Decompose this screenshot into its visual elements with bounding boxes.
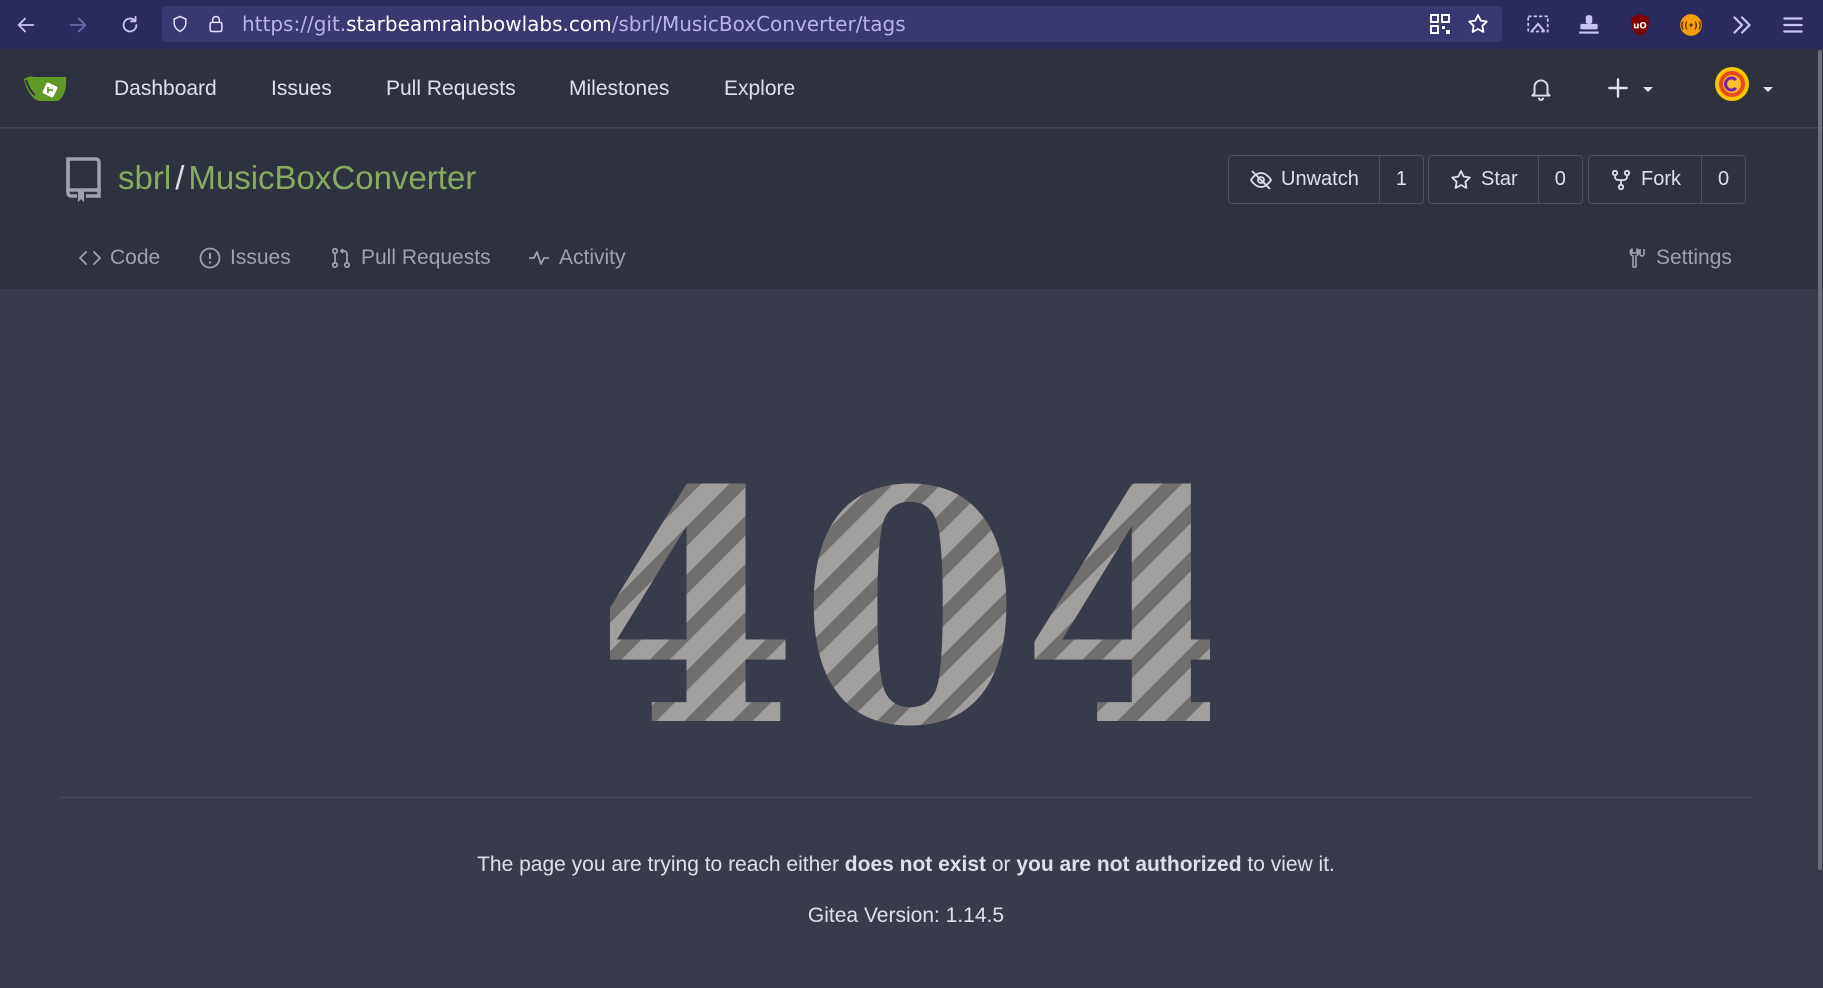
- code-icon: [79, 251, 101, 265]
- tools-icon: [1629, 248, 1645, 268]
- tab-activity-label: Activity: [559, 246, 626, 269]
- eye-slash-icon: [1249, 169, 1273, 190]
- overflow-menu-button[interactable]: [1716, 0, 1767, 49]
- error-message-text: or: [986, 853, 1017, 876]
- bookmark-star-icon[interactable]: [1466, 12, 1490, 36]
- watch-count[interactable]: 1: [1380, 156, 1423, 203]
- privacy-extension-button[interactable]: [1563, 0, 1614, 49]
- caret-down-icon[interactable]: [1640, 81, 1656, 97]
- fork-icon: [1611, 169, 1631, 190]
- repo-icon: [66, 157, 101, 202]
- ublock-origin-icon: uO: [1630, 13, 1649, 36]
- fork-label: Fork: [1641, 168, 1681, 190]
- extensions-area: uO ((•)): [1512, 0, 1818, 49]
- unwatch-button[interactable]: Unwatch: [1229, 156, 1380, 203]
- caret-down-icon[interactable]: [1760, 81, 1776, 97]
- fork-button-group: Fork 0: [1588, 155, 1747, 204]
- star-button[interactable]: Star: [1429, 156, 1539, 203]
- gitea-navbar: Dashboard Issues Pull Requests Milestone…: [0, 49, 1823, 128]
- lock-icon[interactable]: [198, 6, 234, 42]
- tab-issues[interactable]: Issues: [198, 246, 291, 270]
- plus-icon[interactable]: [1605, 75, 1631, 101]
- nav-dashboard[interactable]: Dashboard: [114, 77, 217, 101]
- tab-issues-label: Issues: [230, 246, 291, 269]
- bell-icon[interactable]: [1528, 75, 1554, 101]
- error-message-emphasis: does not exist: [844, 853, 986, 876]
- repo-title-separator: /: [175, 159, 185, 196]
- feed-icon: ((•)): [1679, 13, 1702, 36]
- nav-explore[interactable]: Explore: [724, 77, 795, 101]
- tab-code-label: Code: [110, 246, 161, 269]
- stamp-icon: [1578, 14, 1599, 34]
- reload-button[interactable]: [104, 0, 156, 49]
- tracking-shield-icon[interactable]: [162, 6, 198, 42]
- chevron-double-right-icon: [1732, 15, 1751, 34]
- fork-count[interactable]: 0: [1702, 156, 1745, 203]
- repo-header: sbrl / MusicBoxConverter Unwatch 1 Star 0: [0, 129, 1823, 289]
- feed-extension-button[interactable]: ((•)): [1665, 0, 1716, 49]
- git-pull-request-icon: [331, 247, 351, 269]
- repo-name-link[interactable]: MusicBoxConverter: [188, 159, 476, 196]
- pulse-icon: [529, 251, 549, 265]
- nav-issues[interactable]: Issues: [271, 77, 332, 101]
- nav-milestones[interactable]: Milestones: [569, 77, 669, 101]
- forward-button[interactable]: [52, 0, 104, 49]
- star-icon: [1451, 169, 1471, 189]
- tab-settings-label: Settings: [1656, 246, 1732, 269]
- hamburger-menu-icon: [1782, 16, 1803, 33]
- unwatch-label: Unwatch: [1281, 168, 1359, 190]
- star-label: Star: [1481, 168, 1518, 190]
- error-message-emphasis: you are not authorized: [1016, 853, 1242, 876]
- arrow-right-icon: [69, 17, 87, 32]
- url-text[interactable]: https://git.starbeamrainbowlabs.com/sbrl…: [242, 12, 906, 36]
- error-code-text: 404: [610, 459, 1210, 729]
- back-button[interactable]: [0, 0, 52, 49]
- gitea-version: Gitea Version: 1.14.5: [807, 904, 1005, 927]
- repo-title: sbrl / MusicBoxConverter: [118, 159, 476, 197]
- tab-pull-requests-label: Pull Requests: [361, 246, 491, 269]
- tab-activity[interactable]: Activity: [527, 246, 626, 270]
- app-menu-button[interactable]: [1767, 0, 1818, 49]
- svg-text:((•)): ((•)): [1680, 21, 1701, 31]
- tab-code[interactable]: Code: [78, 246, 160, 270]
- ublock-extension-button[interactable]: uO: [1614, 0, 1665, 49]
- svg-text:uO: uO: [1633, 21, 1647, 31]
- user-avatar[interactable]: [1714, 66, 1750, 102]
- qr-code-icon[interactable]: [1428, 12, 1452, 36]
- issue-icon: [199, 247, 221, 269]
- error-page: 404 The page you are trying to reach eit…: [0, 289, 1823, 988]
- reload-icon: [122, 15, 138, 32]
- tab-settings[interactable]: Settings: [1624, 246, 1732, 270]
- address-bar[interactable]: https://git.starbeamrainbowlabs.com/sbrl…: [162, 6, 1502, 42]
- divider: [60, 797, 1752, 798]
- arrow-left-icon: [17, 17, 35, 32]
- browser-toolbar: https://git.starbeamrainbowlabs.com/sbrl…: [0, 0, 1823, 49]
- fork-button[interactable]: Fork: [1589, 156, 1702, 203]
- error-message-text: to view it.: [1241, 853, 1335, 876]
- screenshot-extension-button[interactable]: [1512, 0, 1563, 49]
- nav-pull-requests[interactable]: Pull Requests: [386, 77, 516, 101]
- tab-pull-requests[interactable]: Pull Requests: [329, 246, 491, 270]
- error-code-graphic: 404: [610, 459, 1210, 729]
- gitea-logo-icon[interactable]: [22, 71, 70, 107]
- error-message: The page you are trying to reach either …: [0, 853, 1812, 877]
- screenshot-icon: [1526, 14, 1549, 32]
- repo-owner-link[interactable]: sbrl: [118, 159, 171, 196]
- error-message-text: The page you are trying to reach either: [477, 853, 845, 876]
- star-count[interactable]: 0: [1539, 156, 1582, 203]
- watch-button-group: Unwatch 1: [1228, 155, 1424, 204]
- page-scrollbar[interactable]: [1818, 50, 1822, 870]
- star-button-group: Star 0: [1428, 155, 1583, 204]
